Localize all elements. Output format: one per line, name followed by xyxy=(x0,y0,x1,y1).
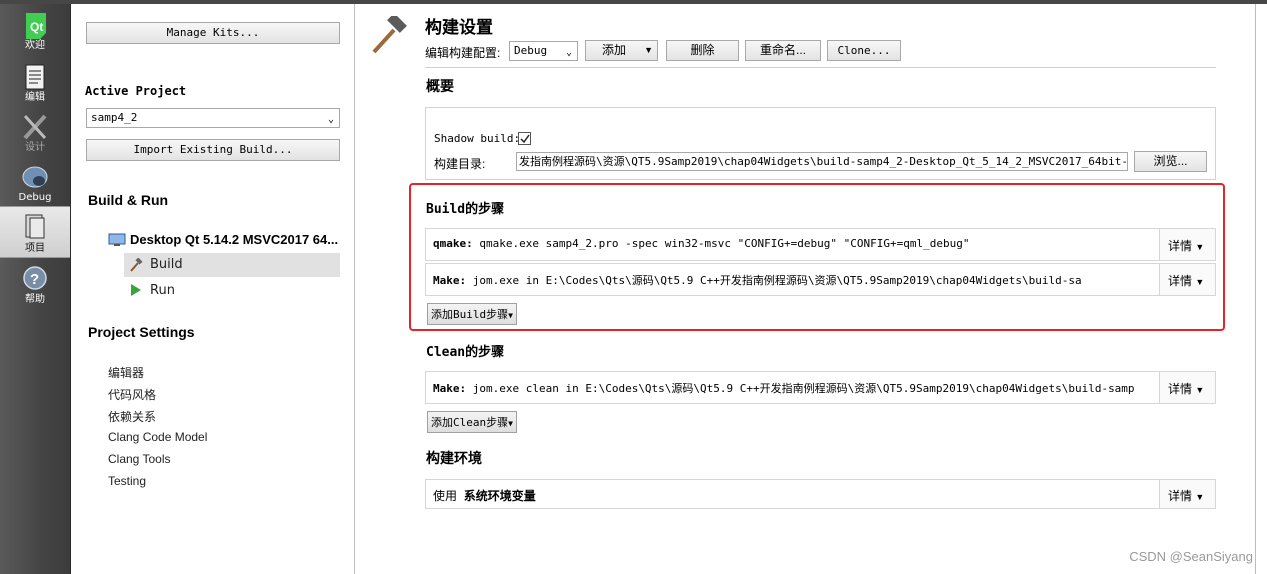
add-clean-step-button[interactable]: 添加Clean步骤▼ xyxy=(427,411,517,433)
settings-clang-tools[interactable]: Clang Tools xyxy=(108,452,170,466)
mode-debug[interactable]: Debug xyxy=(0,158,70,206)
dropdown-triangle-icon: ▼ xyxy=(1195,385,1205,395)
chevron-down-icon: ⌄ xyxy=(565,47,572,58)
dropdown-triangle-icon: ▼ xyxy=(1195,492,1205,502)
delete-config-button[interactable]: 删除 xyxy=(666,40,739,61)
nav-build[interactable]: Build xyxy=(124,253,340,277)
manage-kits-button[interactable]: Manage Kits... xyxy=(86,22,340,44)
project-sidebar: Manage Kits... Active Project samp4_2 ⌄ … xyxy=(71,4,355,574)
chevron-down-icon: ⌄ xyxy=(327,114,334,125)
hammer-icon xyxy=(130,258,143,272)
details-label: 详情 xyxy=(1168,489,1193,503)
edit-document-icon xyxy=(25,64,45,90)
nav-run-label: Run xyxy=(150,283,175,298)
mode-selector-bar: Qt 欢迎 编辑 设计 Debug 项目 ? 帮助 xyxy=(0,4,71,574)
import-existing-build-button[interactable]: Import Existing Build... xyxy=(86,139,340,161)
clean-steps-heading: Clean的步骤 xyxy=(426,345,505,360)
env-value: 系统环境变量 xyxy=(463,489,536,503)
dropdown-triangle-icon: ▼ xyxy=(644,45,653,55)
step-command: jom.exe clean in E:\Codes\Qts\源码\Qt5.9 C… xyxy=(472,382,1135,395)
mode-welcome[interactable]: Qt 欢迎 xyxy=(0,6,70,54)
mode-edit[interactable]: 编辑 xyxy=(0,58,70,106)
clone-config-button[interactable]: Clone... xyxy=(827,40,901,61)
highlight-box xyxy=(409,183,1225,331)
shadow-build-label: Shadow build: xyxy=(434,132,521,145)
details-label: 详情 xyxy=(1168,382,1193,396)
shadow-build-checkbox[interactable] xyxy=(518,132,531,145)
mode-design[interactable]: 设计 xyxy=(0,108,70,156)
build-env-row[interactable]: 使用 系统环境变量 详情 ▼ xyxy=(425,479,1216,509)
nav-run[interactable]: Run xyxy=(124,280,340,302)
build-run-heading: Build & Run xyxy=(88,192,169,208)
project-settings-heading: Project Settings xyxy=(88,324,195,340)
config-select-value: Debug xyxy=(514,44,548,57)
dropdown-triangle-icon: ▼ xyxy=(508,419,513,428)
settings-testing[interactable]: Testing xyxy=(108,474,146,488)
project-select[interactable]: samp4_2 ⌄ xyxy=(86,108,340,128)
kit-name[interactable]: Desktop Qt 5.14.2 MSVC2017 64... xyxy=(130,232,338,247)
clean-step-make[interactable]: Make: jom.exe clean in E:\Codes\Qts\源码\Q… xyxy=(425,371,1216,404)
mode-help[interactable]: ? 帮助 xyxy=(0,260,70,308)
build-env-heading: 构建环境 xyxy=(426,450,482,466)
step-name: Make: xyxy=(433,382,467,395)
env-use-label: 使用 xyxy=(433,489,458,503)
rename-config-button[interactable]: 重命名... xyxy=(745,40,821,61)
browse-button[interactable]: 浏览... xyxy=(1134,151,1207,172)
settings-dependencies[interactable]: 依赖关系 xyxy=(108,408,156,425)
checkmark-icon xyxy=(520,134,530,144)
desktop-monitor-icon xyxy=(108,233,126,246)
main-scroll-edge xyxy=(1255,4,1256,574)
design-tools-icon xyxy=(23,114,47,140)
build-dir-label: 构建目录: xyxy=(434,157,486,171)
overview-heading: 概要 xyxy=(426,78,454,94)
header-divider xyxy=(425,67,1216,68)
details-button[interactable]: 详情 ▼ xyxy=(1159,480,1215,508)
build-dir-input[interactable]: 发指南例程源码\资源\QT5.9Samp2019\chap04Widgets\b… xyxy=(516,152,1128,171)
mode-projects[interactable]: 项目 xyxy=(0,206,70,258)
add-config-label: 添加 xyxy=(602,43,627,57)
settings-clang-code-model[interactable]: Clang Code Model xyxy=(108,430,207,444)
svg-text:?: ? xyxy=(30,271,39,288)
overview-panel: Shadow build: 构建目录: 发指南例程源码\资源\QT5.9Samp… xyxy=(425,107,1216,180)
page-title: 构建设置 xyxy=(425,18,493,37)
edit-config-label: 编辑构建配置: xyxy=(425,46,501,60)
watermark: CSDN @SeanSiyang xyxy=(1129,549,1253,564)
config-select[interactable]: Debug ⌄ xyxy=(509,41,578,61)
svg-text:Qt: Qt xyxy=(30,20,43,34)
settings-editor[interactable]: 编辑器 xyxy=(108,364,144,381)
build-hammer-icon xyxy=(372,16,407,54)
settings-code-style[interactable]: 代码风格 xyxy=(108,386,156,403)
project-select-value: samp4_2 xyxy=(91,111,138,124)
project-folder-icon xyxy=(25,214,45,239)
debug-bug-icon xyxy=(22,166,48,188)
run-play-icon xyxy=(131,284,141,296)
add-clean-step-label: 添加Clean步骤 xyxy=(431,416,509,429)
nav-build-label: Build xyxy=(150,257,183,272)
details-button[interactable]: 详情 ▼ xyxy=(1159,372,1215,403)
help-question-icon: ? xyxy=(23,266,47,290)
active-project-label: Active Project xyxy=(85,84,187,98)
add-config-button[interactable]: 添加 ▼ xyxy=(585,40,658,61)
